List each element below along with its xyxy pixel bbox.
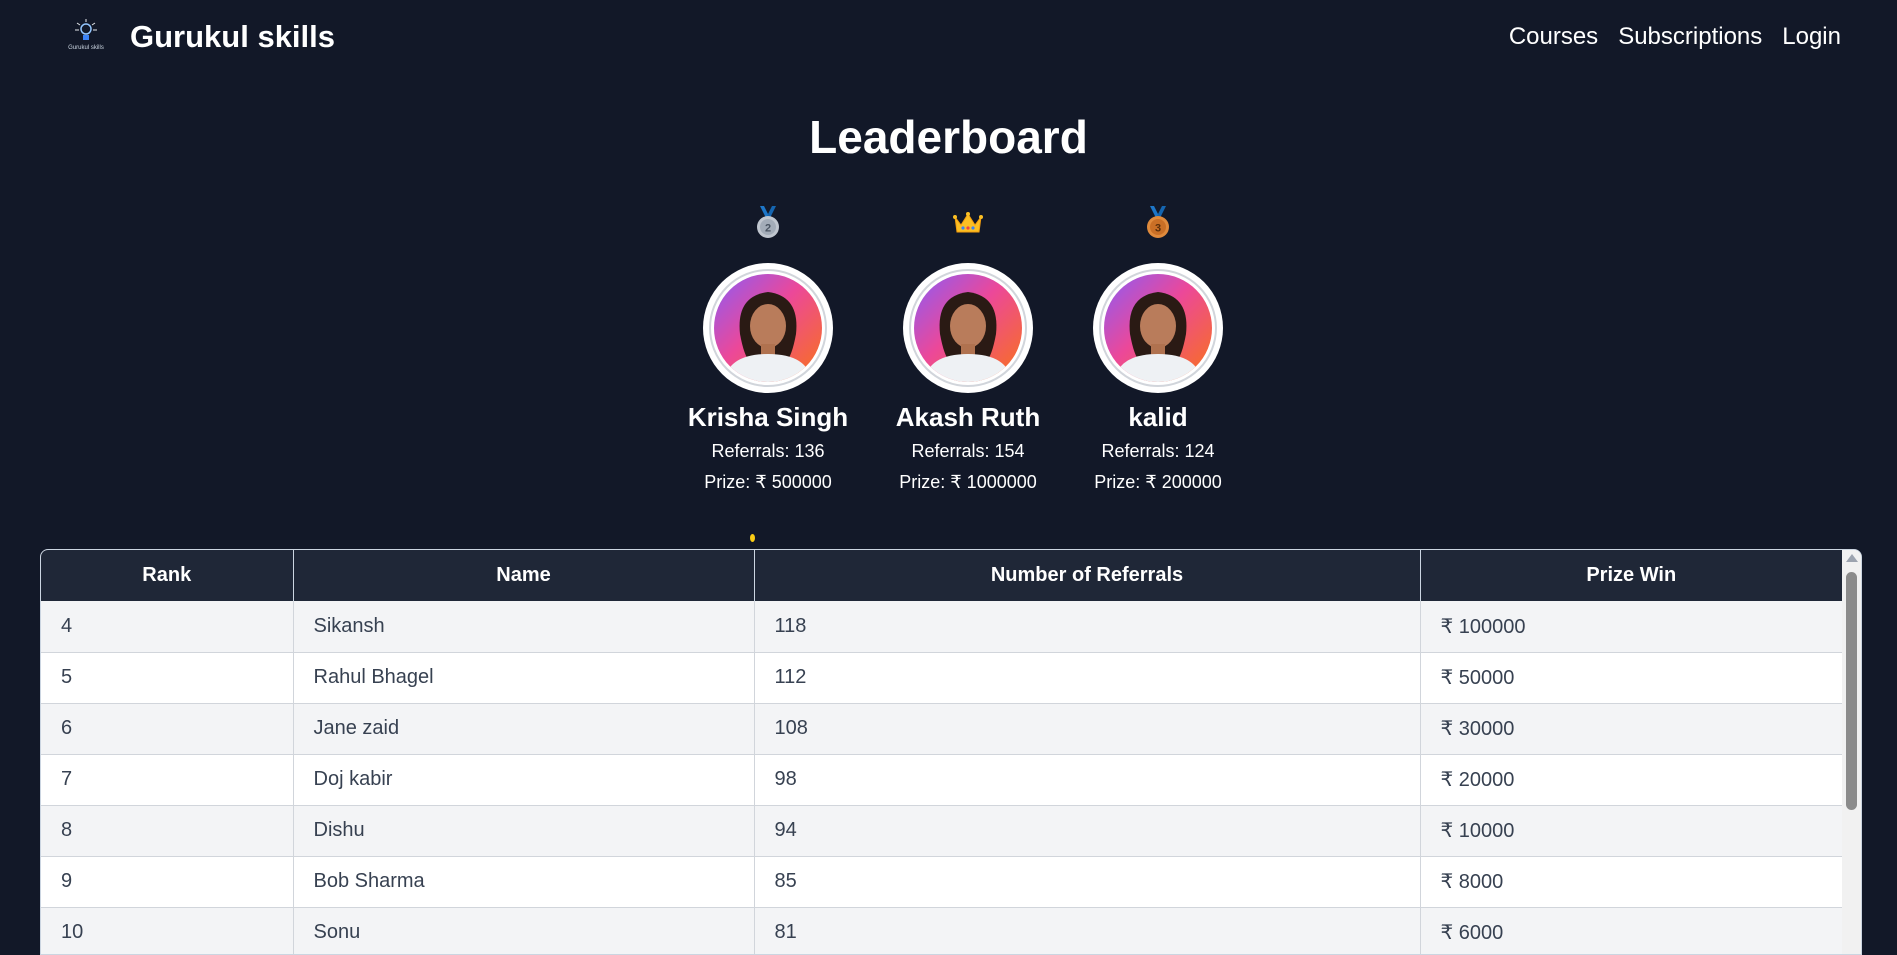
cell-prize: ₹ 50000 — [1420, 652, 1842, 704]
cell-name: Rahul Bhagel — [293, 652, 755, 704]
bronze-medal-icon: 3 — [1143, 205, 1173, 241]
podium-prize: Prize: ₹ 500000 — [704, 472, 832, 492]
cell-referrals: 94 — [754, 805, 1421, 857]
nav-links: Courses Subscriptions Login — [1509, 23, 1841, 51]
cell-prize: ₹ 30000 — [1420, 703, 1842, 755]
cell-prize: ₹ 8000 — [1420, 856, 1842, 908]
nav-login-link[interactable]: Login — [1782, 23, 1841, 51]
cell-referrals: 98 — [754, 754, 1421, 806]
podium-first: Akash Ruth Referrals: 154 Prize: ₹ 10000… — [878, 205, 1058, 493]
table-header-row: Rank Name Number of Referrals Prize Win — [41, 550, 1842, 601]
podium-name: Akash Ruth — [895, 402, 1041, 432]
cell-rank: 9 — [41, 856, 294, 908]
cell-referrals: 112 — [754, 652, 1421, 704]
podium-name: Krisha Singh — [687, 402, 849, 432]
avatar — [1093, 263, 1223, 393]
table-row: 7 Doj kabir 98 ₹ 20000 — [41, 754, 1842, 806]
podium-referrals: Referrals: 124 — [1101, 441, 1215, 461]
podium-third: 3 kalid Referrals: 124 Prize: ₹ 200000 — [1068, 205, 1248, 493]
leaderboard-table: Rank Name Number of Referrals Prize Win … — [40, 549, 1862, 955]
cell-name: Dishu — [293, 805, 755, 857]
cell-referrals: 81 — [754, 907, 1421, 954]
decorative-dot — [750, 534, 755, 542]
table-row: 5 Rahul Bhagel 112 ₹ 50000 — [41, 652, 1842, 704]
svg-text:2: 2 — [765, 223, 771, 235]
nav-courses-link[interactable]: Courses — [1509, 23, 1598, 51]
cell-rank: 7 — [41, 754, 294, 806]
logo-caption: Gurukul skills — [68, 44, 104, 51]
header-name: Name — [293, 550, 755, 601]
crown-icon — [952, 205, 984, 241]
cell-rank: 6 — [41, 703, 294, 755]
cell-name: Sikansh — [293, 601, 755, 653]
scrollbar-thumb[interactable] — [1846, 572, 1857, 810]
cell-rank: 10 — [41, 907, 294, 954]
brand-logo[interactable]: Gurukul skills — [64, 12, 108, 56]
bulb-logo-icon — [75, 18, 97, 40]
navbar: Gurukul skills Gurukul skills Courses Su… — [0, 0, 1897, 76]
cell-referrals: 85 — [754, 856, 1421, 908]
table-scrollbar[interactable] — [1842, 550, 1861, 954]
cell-referrals: 118 — [754, 601, 1421, 653]
header-referrals: Number of Referrals — [754, 550, 1421, 601]
cell-prize: ₹ 6000 — [1420, 907, 1842, 954]
cell-prize: ₹ 20000 — [1420, 754, 1842, 806]
cell-rank: 5 — [41, 652, 294, 704]
cell-prize: ₹ 10000 — [1420, 805, 1842, 857]
podium-prize: Prize: ₹ 200000 — [1094, 472, 1222, 492]
header-rank: Rank — [41, 550, 294, 601]
podium-name: kalid — [1128, 402, 1188, 432]
nav-subscriptions-link[interactable]: Subscriptions — [1618, 23, 1762, 51]
podium-prize: Prize: ₹ 1000000 — [899, 472, 1037, 492]
cell-name: Bob Sharma — [293, 856, 755, 908]
avatar — [903, 263, 1033, 393]
cell-name: Sonu — [293, 907, 755, 954]
page-title: Leaderboard — [809, 111, 1088, 163]
cell-rank: 4 — [41, 601, 294, 653]
table-row: 6 Jane zaid 108 ₹ 30000 — [41, 703, 1842, 755]
cell-prize: ₹ 100000 — [1420, 601, 1842, 653]
table-row: 10 Sonu 81 ₹ 6000 — [41, 907, 1842, 954]
svg-text:3: 3 — [1155, 223, 1161, 235]
avatar — [703, 263, 833, 393]
scroll-up-arrow-icon[interactable] — [1846, 554, 1858, 562]
cell-rank: 8 — [41, 805, 294, 857]
table-row: 9 Bob Sharma 85 ₹ 8000 — [41, 856, 1842, 908]
cell-name: Jane zaid — [293, 703, 755, 755]
podium-referrals: Referrals: 136 — [711, 441, 825, 461]
header-prize: Prize Win — [1420, 550, 1842, 601]
table-row: 8 Dishu 94 ₹ 10000 — [41, 805, 1842, 857]
podium-referrals: Referrals: 154 — [911, 441, 1025, 461]
brand-name[interactable]: Gurukul skills — [130, 19, 335, 55]
table-row: 4 Sikansh 118 ₹ 100000 — [41, 601, 1842, 653]
cell-name: Doj kabir — [293, 754, 755, 806]
cell-referrals: 108 — [754, 703, 1421, 755]
silver-medal-icon: 2 — [753, 205, 783, 241]
podium-second: 2 Krisha Singh Referrals: 136 Prize: ₹ 5… — [678, 205, 858, 493]
